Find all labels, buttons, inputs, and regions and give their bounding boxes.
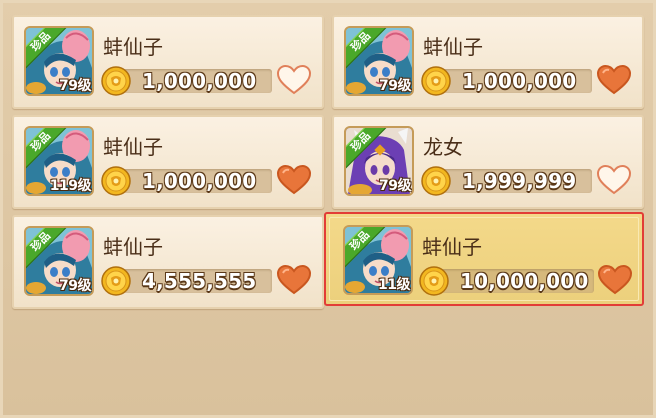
- price-value: 1,000,000: [142, 69, 257, 93]
- price-value: 1,000,000: [142, 169, 257, 193]
- hero-name: 龙女: [423, 135, 463, 159]
- price-bar: 1,999,999: [434, 169, 592, 193]
- favorite-heart-icon[interactable]: [276, 64, 312, 96]
- price-bar: 10,000,000: [432, 269, 594, 293]
- price-bar: 4,555,555: [114, 269, 272, 293]
- market-panel: 珍品 79级 蚌仙子 1,000,000 珍品 79级 蚌仙子 1,000,00…: [0, 0, 656, 418]
- hero-name: 蚌仙子: [423, 35, 483, 59]
- price-value: 10,000,000: [460, 269, 589, 293]
- hero-level: 119级: [49, 178, 92, 194]
- hero-card-selected[interactable]: 珍品 11级 蚌仙子 10,000,000: [324, 212, 644, 306]
- hero-name: 蚌仙子: [103, 135, 163, 159]
- hero-name: 蚌仙子: [103, 35, 163, 59]
- price-bar: 1,000,000: [114, 69, 272, 93]
- price-bar: 1,000,000: [114, 169, 272, 193]
- rare-badge: 珍品: [26, 28, 68, 70]
- hero-portrait: 珍品 11级: [343, 225, 413, 295]
- hero-card[interactable]: 珍品 79级 蚌仙子 1,000,000: [332, 15, 644, 109]
- favorite-heart-icon[interactable]: [596, 64, 632, 96]
- hero-card[interactable]: 珍品 79级 蚌仙子 1,000,000: [12, 15, 324, 109]
- rare-badge: 珍品: [346, 28, 388, 70]
- gold-coin-icon: [101, 266, 131, 296]
- hero-level: 11级: [378, 277, 410, 293]
- price-bar: 1,000,000: [434, 69, 592, 93]
- price-value: 4,555,555: [142, 269, 257, 293]
- gold-coin-icon: [101, 166, 131, 196]
- hero-card[interactable]: 珍品 79级 蚌仙子 4,555,555: [12, 215, 324, 309]
- price-value: 1,999,999: [462, 169, 577, 193]
- hero-name: 蚌仙子: [103, 235, 163, 259]
- hero-portrait: 珍品 79级: [24, 226, 94, 296]
- hero-portrait: 珍品 79级: [24, 26, 94, 96]
- hero-level: 79级: [379, 178, 411, 194]
- hero-level: 79级: [379, 78, 411, 94]
- price-value: 1,000,000: [462, 69, 577, 93]
- gold-coin-icon: [421, 66, 451, 96]
- hero-level: 79级: [59, 278, 91, 294]
- favorite-heart-icon[interactable]: [597, 264, 633, 296]
- favorite-heart-icon[interactable]: [596, 164, 632, 196]
- hero-portrait: 珍品 119级: [24, 126, 94, 196]
- hero-level: 79级: [59, 78, 91, 94]
- gold-coin-icon: [419, 266, 449, 296]
- rare-badge: 珍品: [345, 227, 387, 269]
- hero-portrait: 珍品 79级: [344, 126, 414, 196]
- gold-coin-icon: [101, 66, 131, 96]
- favorite-heart-icon[interactable]: [276, 264, 312, 296]
- hero-portrait: 珍品 79级: [344, 26, 414, 96]
- hero-card[interactable]: 珍品 79级 龙女 1,999,999: [332, 115, 644, 209]
- favorite-heart-icon[interactable]: [276, 164, 312, 196]
- hero-name: 蚌仙子: [422, 235, 482, 259]
- rare-badge: 珍品: [26, 228, 68, 270]
- hero-card[interactable]: 珍品 119级 蚌仙子 1,000,000: [12, 115, 324, 209]
- gold-coin-icon: [421, 166, 451, 196]
- rare-badge: 珍品: [346, 128, 388, 170]
- rare-badge: 珍品: [26, 128, 68, 170]
